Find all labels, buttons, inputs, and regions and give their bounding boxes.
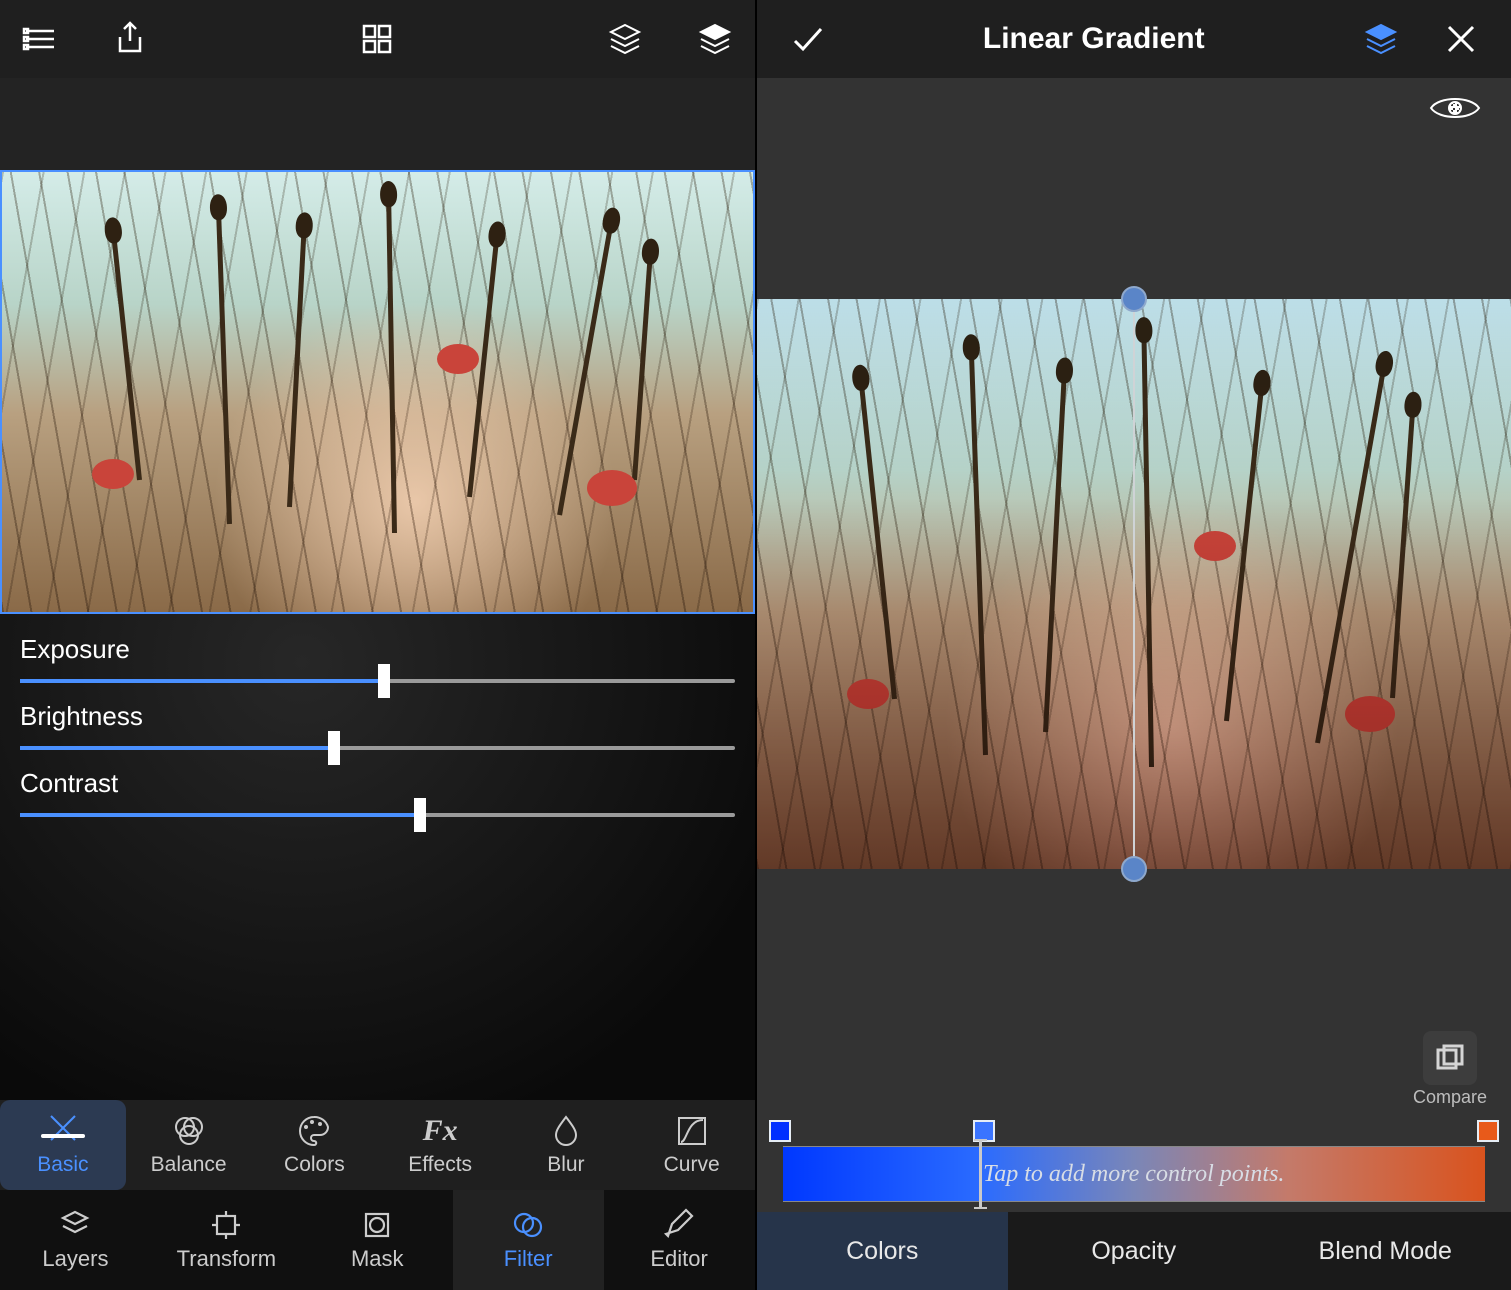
slider-label: Brightness: [20, 701, 735, 732]
layer-filled-icon[interactable]: [695, 19, 735, 59]
compare-label: Compare: [1413, 1087, 1487, 1108]
right-bottom-tabs: Colors Opacity Blend Mode: [757, 1212, 1511, 1290]
slider-contrast-track[interactable]: [20, 813, 735, 817]
tab-label: Transform: [177, 1246, 276, 1272]
tab-label: Layers: [42, 1246, 108, 1272]
filter-cat-label: Colors: [284, 1153, 345, 1177]
tab-label: Blend Mode: [1319, 1237, 1452, 1266]
tab-mask[interactable]: Mask: [302, 1190, 453, 1290]
slider-exposure-track[interactable]: [20, 679, 735, 683]
slider-brightness-track[interactable]: [20, 746, 735, 750]
gradient-editor: Tap to add more control points.: [757, 1112, 1511, 1212]
gradient-hint: Tap to add more control points.: [983, 1161, 1284, 1188]
confirm-icon[interactable]: [787, 19, 827, 59]
tab-label: Opacity: [1091, 1237, 1176, 1266]
gradient-axis-line[interactable]: [1133, 293, 1135, 875]
slider-contrast: Contrast: [20, 768, 735, 817]
filter-cat-effects[interactable]: Fx Effects: [377, 1100, 503, 1190]
filter-cat-basic[interactable]: Basic: [0, 1100, 126, 1190]
gradient-stop-2[interactable]: [1477, 1120, 1499, 1142]
curve-icon: [674, 1113, 710, 1149]
left-spacer: [0, 78, 755, 170]
filter-cat-label: Basic: [37, 1153, 88, 1177]
filter-category-row: Basic Balance Colors Fx Effects Blur Cur…: [0, 1100, 755, 1190]
visibility-row: [757, 78, 1511, 143]
close-icon[interactable]: [1441, 19, 1481, 59]
sliders-panel: Exposure Brightness Contrast: [0, 614, 755, 1100]
right-toolbar: Linear Gradient: [757, 0, 1511, 78]
compare-button[interactable]: Compare: [1413, 1031, 1487, 1108]
filter-cat-label: Curve: [664, 1153, 720, 1177]
grid-icon[interactable]: [357, 19, 397, 59]
right-canvas[interactable]: [757, 299, 1511, 869]
palette-icon: [296, 1113, 332, 1149]
list-icon[interactable]: [20, 19, 60, 59]
slider-exposure: Exposure: [20, 634, 735, 683]
share-icon[interactable]: [110, 19, 150, 59]
fx-icon: Fx: [423, 1113, 458, 1149]
filter-cat-label: Balance: [151, 1153, 227, 1177]
gradient-bar-handle[interactable]: [979, 1139, 982, 1209]
left-canvas-wrap: [0, 170, 755, 614]
gradient-handle-bottom[interactable]: [1121, 856, 1147, 882]
eye-icon[interactable]: [1429, 92, 1481, 129]
page-title: Linear Gradient: [983, 22, 1205, 56]
compare-wrap: Compare: [757, 1025, 1511, 1112]
left-toolbar: [0, 0, 755, 78]
tab-editor[interactable]: Editor: [604, 1190, 755, 1290]
gradient-stop-0[interactable]: [769, 1120, 791, 1142]
slider-label: Contrast: [20, 768, 735, 799]
slider-brightness: Brightness: [20, 701, 735, 750]
filter-cat-balance[interactable]: Balance: [126, 1100, 252, 1190]
tab-label: Editor: [650, 1246, 707, 1272]
slider-label: Exposure: [20, 634, 735, 665]
x-icon: [45, 1113, 81, 1149]
tab-opacity[interactable]: Opacity: [1008, 1212, 1260, 1290]
tab-colors[interactable]: Colors: [757, 1212, 1009, 1290]
venn-icon: [171, 1113, 207, 1149]
tab-label: Filter: [504, 1246, 553, 1272]
compare-icon: [1423, 1031, 1477, 1085]
tab-label: Colors: [846, 1237, 918, 1266]
gradient-bar[interactable]: Tap to add more control points.: [783, 1146, 1486, 1202]
right-canvas-wrap: [757, 143, 1511, 1025]
layer-active-icon[interactable]: [1361, 19, 1401, 59]
tab-filter[interactable]: Filter: [453, 1190, 604, 1290]
drop-icon: [548, 1113, 584, 1149]
filter-cat-colors[interactable]: Colors: [252, 1100, 378, 1190]
tab-transform[interactable]: Transform: [151, 1190, 302, 1290]
left-bottom-tabs: Layers Transform Mask Filter Editor: [0, 1190, 755, 1290]
gradient-handle-top[interactable]: [1121, 286, 1147, 312]
filter-cat-blur[interactable]: Blur: [503, 1100, 629, 1190]
layer-outline-icon[interactable]: [605, 19, 645, 59]
filter-cat-label: Effects: [408, 1153, 472, 1177]
gradient-stops-row: [769, 1120, 1500, 1142]
filter-cat-curve[interactable]: Curve: [629, 1100, 755, 1190]
tab-layers[interactable]: Layers: [0, 1190, 151, 1290]
filter-cat-label: Blur: [547, 1153, 584, 1177]
left-canvas[interactable]: [0, 170, 755, 614]
tab-blendmode[interactable]: Blend Mode: [1260, 1212, 1511, 1290]
tab-label: Mask: [351, 1246, 404, 1272]
